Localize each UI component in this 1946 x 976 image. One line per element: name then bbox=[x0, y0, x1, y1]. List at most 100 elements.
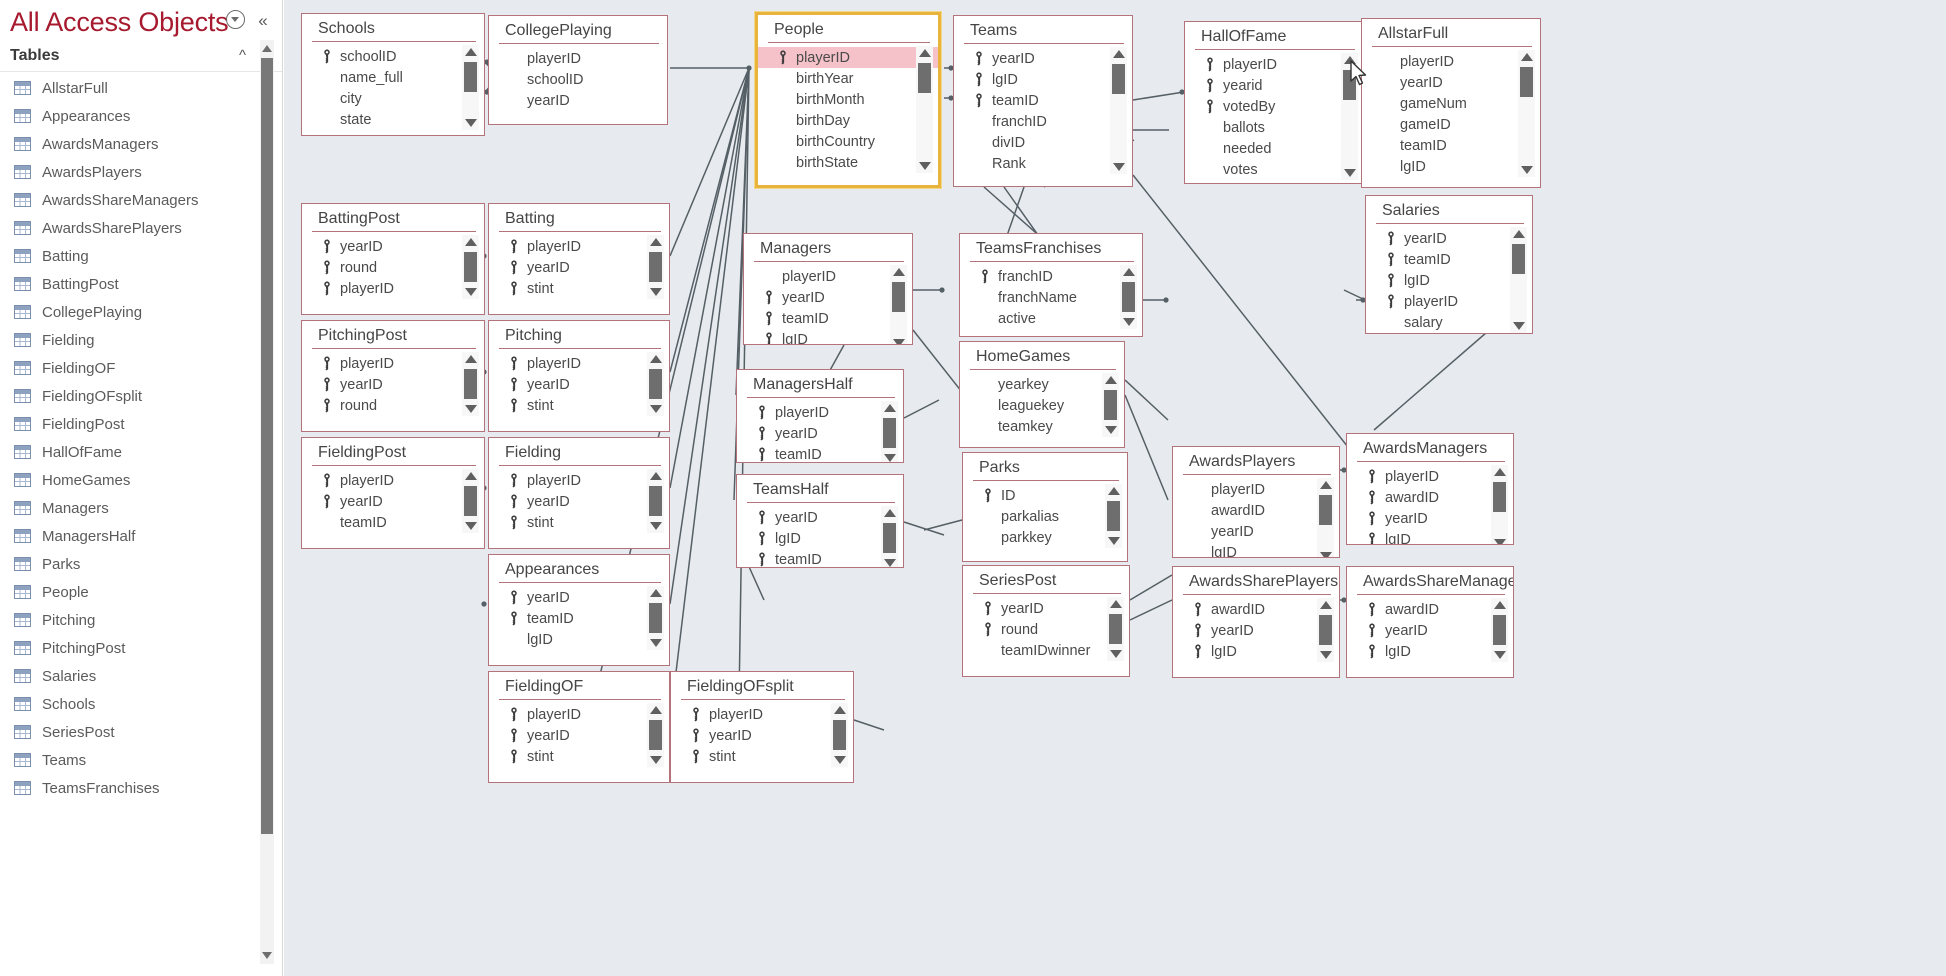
scroll-up-icon[interactable] bbox=[881, 506, 898, 520]
field-list[interactable]: playerID yearID stint bbox=[489, 700, 669, 770]
field-list[interactable]: playerID yearID teamID bbox=[302, 466, 484, 536]
scroll-down-icon[interactable] bbox=[890, 336, 907, 344]
scroll-up-icon[interactable] bbox=[916, 46, 933, 60]
sidebar-item-awardsshareplayers[interactable]: AwardsSharePlayers bbox=[0, 214, 265, 242]
scrollbar-thumb[interactable] bbox=[1107, 501, 1120, 532]
scroll-down-icon[interactable] bbox=[647, 402, 664, 416]
scroll-down-icon[interactable] bbox=[1510, 319, 1527, 333]
field-row[interactable]: lgID bbox=[954, 69, 1132, 90]
field-row[interactable]: yearid bbox=[1185, 75, 1363, 96]
sidebar-item-salaries[interactable]: Salaries bbox=[0, 662, 265, 690]
scrollbar-thumb[interactable] bbox=[649, 603, 662, 634]
scroll-down-icon[interactable] bbox=[1317, 549, 1334, 557]
sidebar-item-allstarfull[interactable]: AllstarFull bbox=[0, 74, 265, 102]
sidebar-item-collegeplaying[interactable]: CollegePlaying bbox=[0, 298, 265, 326]
field-row[interactable]: lgID bbox=[1347, 641, 1513, 662]
field-scrollbar[interactable] bbox=[1341, 53, 1358, 181]
field-row[interactable]: stint bbox=[489, 512, 669, 533]
field-row[interactable]: yearID bbox=[302, 374, 484, 395]
sidebar-item-fieldingpost[interactable]: FieldingPost bbox=[0, 410, 265, 438]
scrollbar-thumb[interactable] bbox=[261, 58, 273, 834]
field-list[interactable]: playerID schoolID yearID bbox=[489, 44, 667, 114]
scroll-up-icon[interactable] bbox=[1491, 465, 1508, 479]
field-list[interactable]: awardID yearID lgID bbox=[1347, 595, 1513, 665]
field-row[interactable]: playerID bbox=[302, 278, 484, 299]
field-row[interactable]: yearID bbox=[489, 90, 667, 111]
field-row[interactable]: divID bbox=[954, 132, 1132, 153]
sidebar-item-teams[interactable]: Teams bbox=[0, 746, 265, 774]
field-row[interactable]: yearID bbox=[1173, 521, 1339, 542]
field-scrollbar[interactable] bbox=[1510, 227, 1527, 333]
field-row[interactable]: yearID bbox=[1362, 72, 1540, 93]
field-row[interactable]: lgID bbox=[737, 528, 903, 549]
table-window-teams[interactable]: Teams yearID lgID teamID franchID divID Rank bbox=[953, 15, 1133, 187]
scroll-down-icon[interactable] bbox=[647, 285, 664, 299]
scroll-up-icon[interactable] bbox=[1491, 598, 1508, 612]
field-row[interactable]: teamID bbox=[954, 90, 1132, 111]
scroll-down-icon[interactable] bbox=[1491, 536, 1508, 544]
table-window-seriespost[interactable]: SeriesPost yearID round teamIDwinner bbox=[962, 565, 1130, 677]
scroll-up-icon[interactable] bbox=[1317, 478, 1334, 492]
table-window-awardsmanagers[interactable]: AwardsManagers playerID awardID yearID lgID bbox=[1346, 433, 1514, 545]
field-row[interactable]: yearID bbox=[302, 491, 484, 512]
table-window-managers[interactable]: Managers playerID yearID teamID lgID bbox=[743, 233, 913, 345]
scrollbar-thumb[interactable] bbox=[1122, 282, 1135, 313]
field-row[interactable]: playerID bbox=[1366, 291, 1532, 312]
field-row[interactable]: playerID bbox=[489, 353, 669, 374]
scroll-up-icon[interactable] bbox=[647, 703, 664, 717]
field-row[interactable]: birthDay bbox=[758, 110, 938, 131]
sidebar-item-battingpost[interactable]: BattingPost bbox=[0, 270, 265, 298]
field-list[interactable]: playerID awardID yearID lgID bbox=[1173, 475, 1339, 557]
field-row[interactable]: yearID bbox=[1347, 508, 1513, 529]
field-list[interactable]: yearkey leaguekey teamkey bbox=[960, 370, 1124, 440]
scroll-down-icon[interactable] bbox=[462, 402, 479, 416]
field-list[interactable]: playerID yearID gameNum gameID teamID lgID bbox=[1362, 47, 1540, 180]
scrollbar-thumb[interactable] bbox=[1520, 67, 1533, 98]
table-window-fieldingofsplit[interactable]: FieldingOFsplit playerID yearID stint bbox=[670, 671, 854, 783]
scrollbar-thumb[interactable] bbox=[1493, 615, 1506, 646]
field-row[interactable]: teamID bbox=[744, 308, 912, 329]
scroll-down-icon[interactable] bbox=[647, 636, 664, 650]
field-row[interactable]: playerID bbox=[737, 402, 903, 423]
field-row[interactable]: votedBy bbox=[1185, 96, 1363, 117]
field-row[interactable]: playerID bbox=[489, 236, 669, 257]
scroll-down-icon[interactable] bbox=[831, 753, 848, 767]
field-row[interactable]: lgID bbox=[1347, 529, 1513, 544]
scrollbar-thumb[interactable] bbox=[883, 523, 896, 554]
field-row[interactable]: playerID bbox=[744, 266, 912, 287]
table-window-battingpost[interactable]: BattingPost yearID round playerID bbox=[301, 203, 485, 315]
scrollbar-thumb[interactable] bbox=[918, 63, 931, 94]
sidebar-item-managershalf[interactable]: ManagersHalf bbox=[0, 522, 265, 550]
field-scrollbar[interactable] bbox=[647, 703, 664, 768]
sidebar-item-parks[interactable]: Parks bbox=[0, 550, 265, 578]
field-list[interactable]: playerID yearID teamID bbox=[737, 398, 903, 462]
scrollbar-thumb[interactable] bbox=[1512, 244, 1525, 275]
field-scrollbar[interactable] bbox=[1102, 373, 1119, 438]
table-window-batting[interactable]: Batting playerID yearID stint bbox=[488, 203, 670, 315]
field-row[interactable]: yearID bbox=[737, 423, 903, 444]
sidebar-item-homegames[interactable]: HomeGames bbox=[0, 466, 265, 494]
field-list[interactable]: playerID yearID stint bbox=[671, 700, 853, 770]
table-window-salaries[interactable]: Salaries yearID teamID lgID playerID salary bbox=[1365, 195, 1533, 334]
scroll-down-icon[interactable] bbox=[647, 519, 664, 533]
field-row[interactable]: yearID bbox=[1366, 228, 1532, 249]
field-scrollbar[interactable] bbox=[1317, 478, 1334, 557]
table-window-collegeplaying[interactable]: CollegePlaying playerID schoolID yearID bbox=[488, 15, 668, 125]
field-row[interactable]: yearID bbox=[737, 507, 903, 528]
scroll-down-icon[interactable] bbox=[881, 556, 898, 567]
relationships-canvas[interactable]: Schools schoolID name_full city state College… bbox=[284, 0, 1946, 976]
field-row[interactable]: lgID bbox=[1362, 156, 1540, 177]
field-row[interactable]: round bbox=[302, 395, 484, 416]
sidebar-item-fieldingof[interactable]: FieldingOF bbox=[0, 354, 265, 382]
field-row[interactable]: round bbox=[302, 257, 484, 278]
scroll-up-icon[interactable] bbox=[1105, 484, 1122, 498]
field-row[interactable]: franchID bbox=[960, 266, 1142, 287]
scroll-down-icon[interactable] bbox=[881, 451, 898, 462]
scroll-down-icon[interactable] bbox=[261, 949, 273, 962]
table-window-fieldingpost[interactable]: FieldingPost playerID yearID teamID bbox=[301, 437, 485, 549]
scrollbar-thumb[interactable] bbox=[833, 720, 846, 751]
field-list[interactable]: playerID awardID yearID lgID bbox=[1347, 462, 1513, 544]
field-row[interactable]: gameID bbox=[1362, 114, 1540, 135]
table-window-allstarfull[interactable]: AllstarFull playerID yearID gameNum gameID te… bbox=[1361, 18, 1541, 188]
field-row[interactable]: yearID bbox=[489, 587, 669, 608]
